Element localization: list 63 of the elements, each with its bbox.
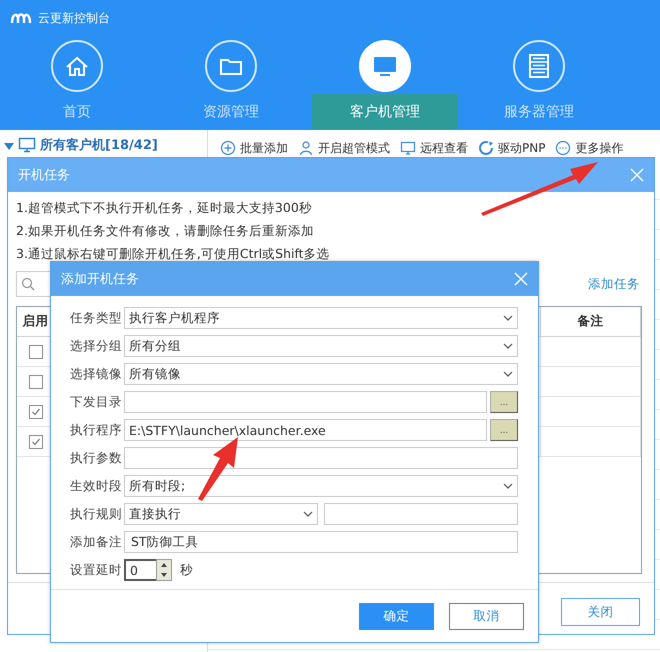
search-icon	[21, 277, 35, 291]
more-icon	[555, 140, 572, 156]
folder-icon	[205, 40, 257, 92]
dropdown-field[interactable]: 执行客户机程序	[124, 307, 518, 329]
input-field[interactable]: E:\STFY\launcher\xlauncher.exe	[124, 419, 487, 441]
toolbar-button[interactable]: 批量添加	[220, 140, 288, 156]
logo-icon	[10, 11, 32, 25]
note-text: 2.如果开机任务文件有修改，请删除任务后重新添加	[16, 223, 315, 240]
note-text: 1.超管模式下不执行开机任务，延时最大支持300秒	[16, 200, 313, 217]
refresh-icon	[478, 140, 494, 156]
input-field[interactable]	[124, 447, 518, 469]
close-icon[interactable]	[514, 272, 528, 286]
client-group-label[interactable]: 所有客户机[18/42]	[40, 136, 158, 154]
checkbox[interactable]	[28, 344, 42, 358]
checkbox[interactable]	[28, 374, 42, 388]
dropdown-field[interactable]: 直接执行	[124, 503, 318, 525]
monitor-icon	[18, 137, 36, 153]
home-icon	[51, 40, 103, 92]
close-icon[interactable]	[630, 168, 644, 182]
monitor-icon	[359, 40, 411, 92]
close-button[interactable]: 关闭	[561, 598, 640, 626]
toolbar-button[interactable]: 开启超管模式	[298, 140, 390, 156]
spinner-arrows-icon[interactable]	[156, 559, 172, 581]
cancel-button[interactable]: 取消	[449, 602, 524, 630]
add-task-link[interactable]: 添加任务	[588, 276, 640, 292]
annotation-arrow	[196, 436, 240, 502]
app-title: 云更新控制台	[38, 10, 110, 26]
input-field[interactable]: ST防御工具	[124, 531, 518, 553]
dropdown-field[interactable]: 所有分组	[124, 335, 518, 357]
unit-label: 秒	[180, 562, 193, 578]
field-label: 执行参数	[70, 450, 123, 466]
input-field[interactable]	[324, 503, 518, 525]
checkbox[interactable]	[28, 434, 42, 448]
field-label: 任务类型	[70, 310, 123, 326]
dropdown-field[interactable]: 所有镜像	[124, 363, 518, 385]
field-label: 添加备注	[70, 534, 123, 550]
checkbox[interactable]	[28, 404, 42, 418]
field-label: 执行规则	[70, 506, 123, 522]
field-label: 下发目录	[70, 394, 123, 410]
field-label: 执行程序	[70, 422, 123, 438]
server-icon	[513, 40, 565, 92]
check-icon	[30, 406, 40, 416]
input-field[interactable]	[124, 391, 487, 413]
column-header: 备注	[541, 307, 641, 337]
field-label: 选择分组	[70, 338, 123, 354]
dialog-title: 添加开机任务	[61, 271, 139, 288]
browse-button[interactable]: ...	[490, 391, 518, 413]
check-icon	[30, 436, 40, 446]
dropdown-field[interactable]: 所有时段;	[124, 475, 518, 497]
toolbar-button[interactable]: 驱动PNP	[478, 140, 546, 156]
user-icon	[298, 140, 314, 156]
toolbar-button[interactable]: 更多操作	[555, 140, 624, 156]
field-label: 设置延时	[70, 562, 123, 578]
toolbar-button[interactable]: 远程查看	[400, 140, 468, 156]
monitor-icon	[400, 140, 416, 156]
expand-triangle-icon[interactable]	[4, 142, 14, 150]
number-field[interactable]: 0	[124, 559, 156, 581]
field-label: 选择镜像	[70, 366, 123, 382]
add-icon	[220, 140, 236, 156]
dialog-title: 开机任务	[18, 167, 70, 184]
field-label: 生效时段	[70, 478, 123, 494]
browse-button[interactable]: ...	[490, 419, 518, 441]
note-text: 3.通过鼠标右键可删除开机任务,可使用Ctrl或Shift多选	[16, 246, 331, 263]
